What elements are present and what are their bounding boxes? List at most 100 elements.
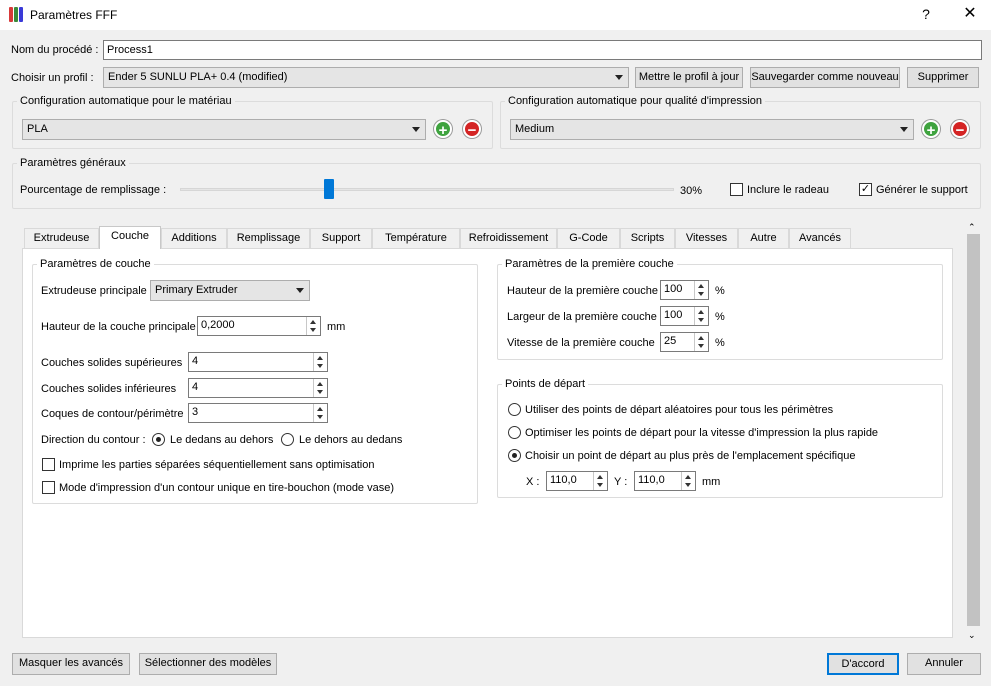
top-layers-spinner[interactable]: 4 [188, 352, 328, 372]
inside-out-radio[interactable] [152, 433, 165, 446]
random-start-label: Utiliser des points de départ aléatoires… [525, 404, 834, 416]
chevron-down-icon [296, 288, 304, 293]
save-as-new-button[interactable]: Sauvegarder comme nouveau [750, 67, 900, 88]
tab-additions[interactable]: Additions [161, 228, 227, 248]
first-layer-height-spinner[interactable]: 100 [660, 280, 709, 300]
tab-temperature[interactable]: Température [372, 228, 460, 248]
hide-advanced-button[interactable]: Masquer les avancés [12, 653, 130, 675]
first-layer-height-unit: % [715, 285, 725, 297]
extruder-select[interactable]: Primary Extruder [150, 280, 310, 301]
first-layer-width-unit: % [715, 311, 725, 323]
y-label: Y : [614, 476, 628, 488]
delete-profile-button[interactable]: Supprimer [907, 67, 979, 88]
app-logo-icon [9, 7, 23, 22]
scrollbar-thumb[interactable] [967, 234, 980, 626]
spin-arrows-icon[interactable] [694, 281, 708, 299]
tab-g-code[interactable]: G-Code [557, 228, 620, 248]
first-layer-group-title: Paramètres de la première couche [502, 258, 677, 270]
x-value: 110,0 [550, 474, 577, 486]
scroll-down-icon[interactable]: ⌄ [968, 630, 976, 641]
general-group-title: Paramètres généraux [17, 157, 129, 169]
profile-label: Choisir un profil : [11, 72, 94, 84]
shells-label: Coques de contour/périmètre [41, 408, 184, 420]
inside-out-label: Le dedans au dehors [170, 434, 274, 446]
close-button[interactable]: ✕ [960, 4, 980, 24]
raft-label: Inclure le radeau [747, 184, 829, 196]
cancel-button[interactable]: Annuler [907, 653, 981, 675]
tab-autre[interactable]: Autre [738, 228, 789, 248]
remove-quality-button[interactable]: − [951, 120, 969, 139]
specific-start-radio[interactable] [508, 449, 521, 462]
first-layer-speed-spinner[interactable]: 25 [660, 332, 709, 352]
raft-checkbox[interactable] [730, 183, 743, 196]
tab-couche[interactable]: Couche [99, 226, 161, 249]
infill-slider-handle[interactable] [324, 179, 334, 199]
random-start-radio[interactable] [508, 403, 521, 416]
help-button[interactable]: ? [916, 4, 936, 24]
tab-refroidissement[interactable]: Refroidissement [460, 228, 557, 248]
material-select[interactable]: PLA [22, 119, 426, 140]
title-bar [0, 0, 991, 30]
infill-label: Pourcentage de remplissage : [20, 184, 167, 196]
ok-button[interactable]: D'accord [827, 653, 899, 675]
spin-arrows-icon[interactable] [313, 353, 327, 371]
xy-unit: mm [702, 476, 721, 488]
add-material-button[interactable]: + [434, 120, 452, 139]
process-name-input[interactable]: Process1 [103, 40, 982, 60]
quality-select[interactable]: Medium [510, 119, 914, 140]
spin-arrows-icon[interactable] [313, 404, 327, 422]
add-quality-button[interactable]: + [922, 120, 940, 139]
spin-arrows-icon[interactable] [313, 379, 327, 397]
window-title: Paramètres FFF [30, 8, 118, 22]
first-layer-width-spinner[interactable]: 100 [660, 306, 709, 326]
shells-spinner[interactable]: 3 [188, 403, 328, 423]
spin-arrows-icon[interactable] [681, 472, 695, 490]
tab-vitesses[interactable]: Vitesses [675, 228, 738, 248]
chevron-down-icon [412, 127, 420, 132]
first-layer-height-label: Hauteur de la première couche [507, 285, 659, 297]
infill-slider-track[interactable] [180, 188, 674, 191]
first-layer-height-value: 100 [664, 283, 683, 295]
spin-arrows-icon[interactable] [306, 317, 320, 335]
spin-arrows-icon[interactable] [694, 307, 708, 325]
bottom-layers-spinner[interactable]: 4 [188, 378, 328, 398]
scroll-up-icon[interactable]: ⌃ [968, 222, 976, 233]
select-models-button[interactable]: Sélectionner des modèles [139, 653, 277, 675]
first-layer-speed-unit: % [715, 337, 725, 349]
spin-arrows-icon[interactable] [593, 472, 607, 490]
support-checkbox[interactable]: ✓ [859, 183, 872, 196]
layer-height-spinner[interactable]: 0,2000 [197, 316, 321, 336]
remove-material-button[interactable]: − [463, 120, 481, 139]
infill-value: 30% [680, 185, 703, 197]
profile-select-value: Ender 5 SUNLU PLA+ 0.4 (modified) [108, 71, 288, 83]
tab-support[interactable]: Support [310, 228, 372, 248]
first-layer-width-value: 100 [664, 309, 683, 321]
extruder-label: Extrudeuse principale [41, 285, 147, 297]
shells-value: 3 [192, 406, 199, 418]
tab-scripts[interactable]: Scripts [620, 228, 675, 248]
specific-start-label: Choisir un point de départ au plus près … [525, 450, 856, 462]
sequential-checkbox[interactable] [42, 458, 55, 471]
update-profile-button[interactable]: Mettre le profil à jour [635, 67, 743, 88]
quality-group-title: Configuration automatique pour qualité d… [505, 95, 766, 107]
profile-select[interactable]: Ender 5 SUNLU PLA+ 0.4 (modified) [103, 67, 629, 88]
x-spinner[interactable]: 110,0 [546, 471, 608, 491]
vase-mode-label: Mode d'impression d'un contour unique en… [59, 482, 395, 494]
outside-in-label: Le dehors au dedans [299, 434, 403, 446]
extruder-select-value: Primary Extruder [155, 284, 238, 296]
first-layer-width-label: Largeur de la première couche [507, 311, 657, 323]
tab-avances[interactable]: Avancés [789, 228, 851, 248]
tab-remplissage[interactable]: Remplissage [227, 228, 310, 248]
spin-arrows-icon[interactable] [694, 333, 708, 351]
tab-extrudeuse[interactable]: Extrudeuse [24, 228, 99, 248]
y-value: 110,0 [638, 474, 665, 486]
chevron-down-icon [900, 127, 908, 132]
y-spinner[interactable]: 110,0 [634, 471, 696, 491]
material-select-value: PLA [27, 123, 48, 135]
optimize-start-radio[interactable] [508, 426, 521, 439]
bottom-layers-label: Couches solides inférieures [41, 383, 177, 395]
vase-mode-checkbox[interactable] [42, 481, 55, 494]
layer-height-value: 0,2000 [201, 319, 235, 331]
outside-in-radio[interactable] [281, 433, 294, 446]
quality-select-value: Medium [515, 123, 555, 135]
